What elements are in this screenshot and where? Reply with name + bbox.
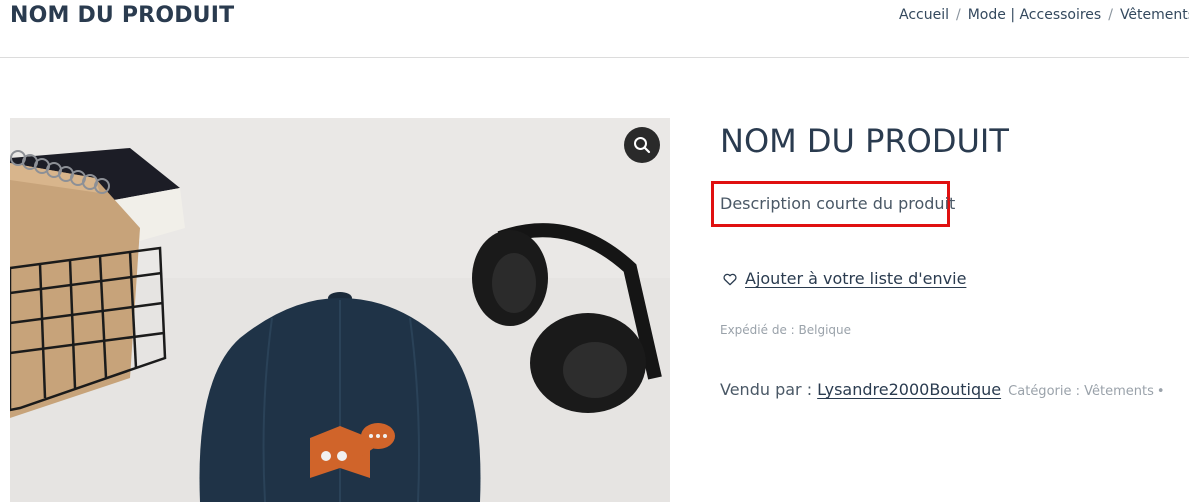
- top-bar: NOM DU PRODUIT Accueil / Mode | Accessoire…: [0, 0, 1189, 58]
- heart-icon: [723, 273, 737, 285]
- vendor-line: Vendu par : Lysandre2000Boutique Catégor…: [720, 380, 1165, 399]
- sold-by-label: Vendu par :: [720, 380, 818, 399]
- search-icon: [634, 137, 651, 154]
- product-title: NOM DU PRODUIT: [720, 122, 1009, 160]
- page-title: NOM DU PRODUIT: [10, 3, 235, 28]
- category-label: Catégorie : Vêtements: [1008, 384, 1154, 399]
- add-to-wishlist-link[interactable]: Ajouter à votre liste d'envie: [745, 269, 966, 288]
- product-image[interactable]: [10, 118, 670, 502]
- breadcrumb-home[interactable]: Accueil: [899, 7, 949, 23]
- vendor-link[interactable]: Lysandre2000Boutique: [817, 380, 1001, 399]
- zoom-button[interactable]: [624, 127, 660, 163]
- wishlist-row[interactable]: Ajouter à votre liste d'envie: [722, 269, 966, 288]
- breadcrumb: Accueil / Mode | Accessoires / Vêtements: [899, 7, 1189, 23]
- category-separator: •: [1156, 384, 1165, 399]
- breadcrumb-subcategory[interactable]: Vêtements: [1120, 7, 1189, 23]
- short-description: Description courte du produit: [711, 181, 955, 227]
- product-photo: [10, 118, 670, 502]
- breadcrumb-separator: /: [956, 7, 961, 23]
- shipped-from: Expédié de : Belgique: [720, 323, 852, 337]
- breadcrumb-separator: /: [1108, 7, 1113, 23]
- breadcrumb-category[interactable]: Mode | Accessoires: [968, 7, 1102, 23]
